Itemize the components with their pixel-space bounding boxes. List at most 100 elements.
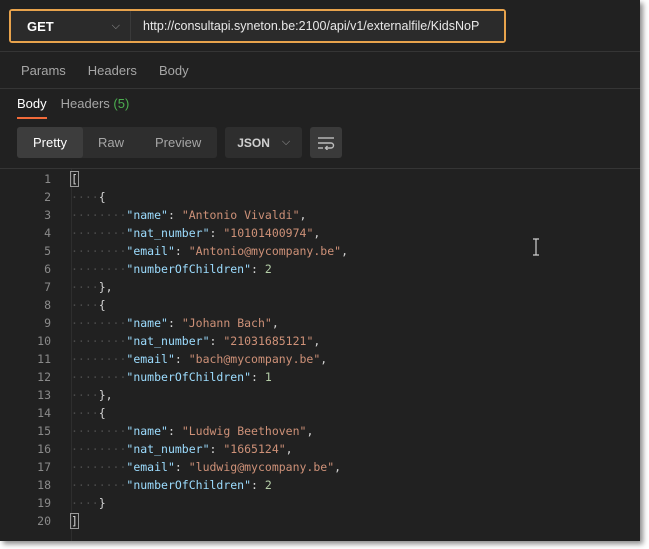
line-number: 8 [44,298,51,312]
open-brace: { [98,406,106,420]
line-number: 19 [37,496,51,510]
json-colon: : [209,442,224,456]
open-brace: { [98,298,106,312]
chevron-down-icon: ⌵ [281,136,291,148]
json-string: "ludwig@mycompany.be" [188,460,335,474]
indent-guide: ···· [98,316,127,330]
code-line: 10 ········"nat_number": "21031685121", [17,332,320,350]
indent-guide: ···· [71,280,99,294]
indent-guide: ···· [98,208,127,222]
indent-guide: ···· [71,244,99,258]
line-number: 7 [44,280,51,294]
response-body-editor[interactable]: 1[2 ····{3 ········"name": "Antonio Vivald… [17,169,639,541]
line-number: 12 [37,370,51,384]
code-line: 12 ········"numberOfChildren": 1 [17,368,272,386]
code-text: ········"email": "Antonio@mycompany.be", [71,242,348,260]
code-line: 1[ [17,170,79,188]
json-colon: : [167,316,182,330]
indent-guide: ···· [71,370,99,384]
response-toolbar: Pretty Raw Preview JSON ⌵ [17,127,343,158]
line-number: 17 [37,460,51,474]
json-key: "email" [126,352,175,366]
close-brace: }, [98,280,113,294]
indent-guide: ···· [98,460,127,474]
close-bracket: ] [70,513,79,529]
code-line: 15 ········"name": "Ludwig Beethoven", [17,422,313,440]
line-number: 20 [37,514,51,528]
json-colon: : [251,262,265,276]
method-select[interactable]: GET ⌵ [11,11,131,41]
json-comma: , [313,226,321,240]
code-text: ········"numberOfChildren": 2 [71,260,272,278]
indent-guide: ···· [71,298,99,312]
json-key: "email" [126,460,175,474]
request-url-bar: GET ⌵ http://consultapi.syneton.be:2100/… [9,9,506,43]
json-colon: : [167,424,182,438]
indent-guide: ···· [98,262,127,276]
line-number: 2 [44,190,51,204]
json-comma: , [299,208,307,222]
json-key: "nat_number" [126,442,210,456]
json-key: "nat_number" [126,334,210,348]
line-number: 5 [44,244,51,258]
postman-window: GET ⌵ http://consultapi.syneton.be:2100/… [0,0,640,541]
open-brace: { [98,190,106,204]
code-text: ····{ [71,188,106,206]
code-text: ········"name": "Ludwig Beethoven", [71,422,313,440]
indent-guide: ···· [71,352,99,366]
view-raw-button[interactable]: Raw [83,127,139,158]
json-key: "name" [126,424,168,438]
line-number: 15 [37,424,51,438]
json-key: "numberOfChildren" [126,262,252,276]
line-number: 9 [44,316,51,330]
tab-params[interactable]: Params [21,63,66,78]
response-tab-body[interactable]: Body [17,96,47,119]
indent-guide: ···· [98,244,127,258]
tab-body[interactable]: Body [159,63,189,78]
code-text: ········"nat_number": "10101400974", [71,224,320,242]
json-number: 2 [264,478,272,492]
indent-guide: ···· [71,424,99,438]
indent-guide: ···· [71,226,99,240]
json-string: "Antonio Vivaldi" [181,208,300,222]
divider [0,88,640,89]
code-line: 8 ····{ [17,296,106,314]
code-text: ····}, [71,386,113,404]
view-pretty-button[interactable]: Pretty [17,127,83,158]
indent-guide: ···· [98,334,127,348]
json-key: "nat_number" [126,226,210,240]
indent-guide: ···· [71,262,99,276]
json-comma: , [313,334,321,348]
code-line: 11 ········"email": "bach@mycompany.be", [17,350,327,368]
code-text: [ [70,170,79,188]
json-comma: , [341,244,348,258]
url-input[interactable]: http://consultapi.syneton.be:2100/api/v1… [131,11,504,41]
wrap-lines-button[interactable] [310,127,343,158]
method-label: GET [27,18,54,34]
json-colon: : [209,226,224,240]
line-number: 3 [44,208,51,222]
response-tab-headers[interactable]: Headers (5) [61,96,130,119]
json-colon: : [174,244,189,258]
json-string: "1665124" [223,442,286,456]
json-key: "numberOfChildren" [126,370,252,384]
wrap-lines-icon [318,136,335,150]
code-text: ········"nat_number": "1665124", [71,440,293,458]
tab-headers[interactable]: Headers [88,63,137,78]
json-comma: , [285,442,293,456]
code-text: ····}, [71,278,113,296]
code-line: 3 ········"name": "Antonio Vivaldi", [17,206,306,224]
indent-guide: ···· [98,478,127,492]
json-colon: : [251,478,265,492]
view-preview-button[interactable]: Preview [139,127,217,158]
json-comma: , [320,352,328,366]
indent-guide: ···· [71,208,99,222]
language-select[interactable]: JSON ⌵ [225,127,303,158]
indent-guide: ···· [71,442,99,456]
indent-guide: ···· [71,406,99,420]
chevron-down-icon: ⌵ [111,19,120,32]
code-line: 20] [17,512,79,530]
code-text: ········"numberOfChildren": 2 [71,476,272,494]
indent-guide: ···· [71,460,99,474]
json-string: "Johann Bach" [181,316,272,330]
